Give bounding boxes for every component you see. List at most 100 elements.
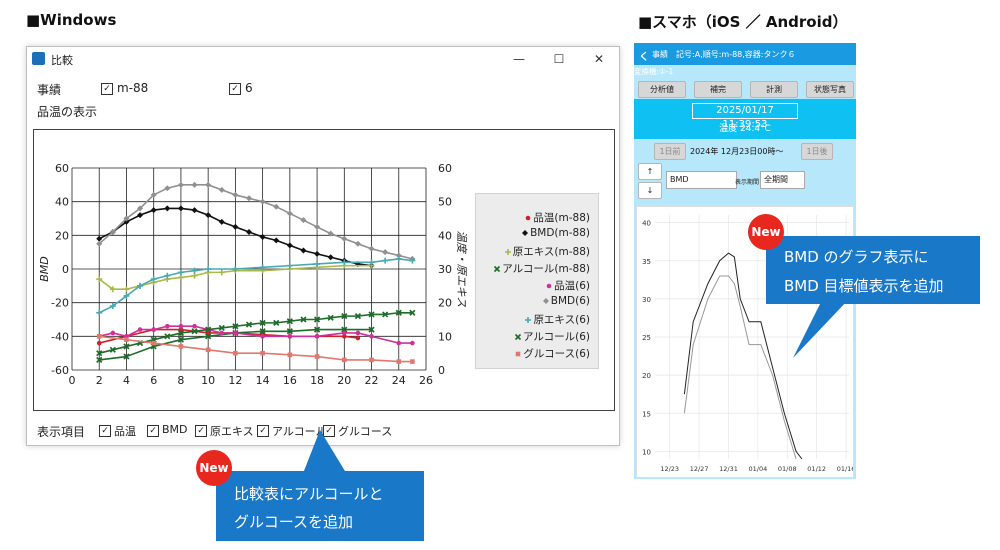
data-point xyxy=(327,230,334,237)
display-item-label: 原エキス xyxy=(210,425,254,438)
title-bar: 比較 — ☐ ✕ xyxy=(27,47,619,71)
legend-item: BMD(m-88) xyxy=(520,227,590,239)
maximize-button[interactable]: ☐ xyxy=(539,50,579,68)
data-point xyxy=(137,327,143,332)
data-point xyxy=(191,181,198,188)
down-button[interactable]: ↓ xyxy=(638,182,662,199)
tab-complement[interactable]: 補完 xyxy=(694,81,742,98)
y-tick-label: 40 xyxy=(642,220,651,228)
data-point xyxy=(354,240,361,247)
data-point xyxy=(286,242,293,249)
legend-label: アルコール(m-88) xyxy=(502,263,590,275)
data-point xyxy=(396,340,402,346)
y-tick-label: -20 xyxy=(51,297,69,310)
check-icon: ✓ xyxy=(229,83,241,95)
check-icon: ✓ xyxy=(257,425,269,437)
data-point xyxy=(165,323,170,329)
series-select[interactable]: BMD xyxy=(666,171,737,189)
data-point xyxy=(382,257,389,264)
comparison-window: 比較 — ☐ ✕ 事績 ✓ m-88 ✓ 6 品温の表示 0 2 4 6 8 10 12 14… xyxy=(26,46,620,446)
y-tick-label: -60 xyxy=(51,364,69,377)
close-button[interactable]: ✕ xyxy=(579,50,619,68)
y2-axis-label: 温度・原エキス xyxy=(455,231,468,308)
y-tick-label: 20 xyxy=(642,372,651,380)
data-point xyxy=(300,217,307,224)
new-badge-phone: New xyxy=(748,214,784,250)
legend-label: アルコール(6) xyxy=(522,331,590,343)
data-point xyxy=(369,357,374,363)
next-day-button[interactable]: 1日後 xyxy=(801,143,833,160)
data-point xyxy=(205,212,212,219)
data-point xyxy=(368,245,375,252)
y-tick-label: 10 xyxy=(642,448,651,456)
data-point xyxy=(232,223,239,230)
legend-item: アルコール(6) xyxy=(513,329,590,344)
x-tick-label: 12/23 xyxy=(660,465,679,473)
display-item-label: BMD xyxy=(162,423,188,436)
data-point xyxy=(151,327,156,332)
x-tick-label: 01/04 xyxy=(749,465,768,473)
data-point xyxy=(327,254,334,261)
legend-item: 品温(m-88) xyxy=(523,210,590,225)
display-items-label: 表示項目 xyxy=(37,425,86,439)
tab-status-photo[interactable]: 状態写真 xyxy=(806,81,854,98)
up-button[interactable]: ↑ xyxy=(638,163,662,180)
datetime-band: 2025/01/17 11:39:53 温度 24.4°C xyxy=(634,99,856,139)
data-point xyxy=(314,260,321,267)
data-point xyxy=(164,185,171,192)
y2-tick-label: 20 xyxy=(438,297,452,310)
check-icon: ✓ xyxy=(99,425,111,437)
legend-label: 品温(m-88) xyxy=(533,212,590,224)
data-point xyxy=(410,359,415,364)
data-point xyxy=(150,207,157,214)
legend-label: BMD(6) xyxy=(550,295,590,307)
data-point xyxy=(205,266,212,272)
data-point xyxy=(233,330,238,336)
period-select[interactable]: 全期間 xyxy=(760,171,805,189)
y-tick-label: 20 xyxy=(55,229,69,242)
prev-day-button[interactable]: 1日前 xyxy=(654,143,686,160)
legend-marker-icon xyxy=(494,265,501,272)
legend-marker xyxy=(514,333,522,340)
legend-marker xyxy=(516,351,521,356)
y-tick-label: 25 xyxy=(642,334,651,342)
phone-callout-pointer xyxy=(793,300,848,358)
date-range-label: 2024年 12月23日00時〜 xyxy=(690,147,784,156)
minimize-button[interactable]: — xyxy=(499,50,539,68)
chart-legend: 品温(m-88) BMD(m-88) 原エキス(m-88) アルコール(m-88) 品温… xyxy=(475,193,599,369)
x-tick-label: 01/12 xyxy=(807,465,826,473)
series-line-6 xyxy=(98,258,413,314)
data-point xyxy=(342,357,347,363)
legend-item: BMD(6) xyxy=(541,295,590,307)
data-point xyxy=(410,340,415,346)
legend-marker xyxy=(522,230,529,236)
y-tick-label: 35 xyxy=(642,258,651,266)
data-point xyxy=(259,198,266,205)
legend-label: グルコース(6) xyxy=(523,348,590,360)
phone-callout: BMD のグラフ表示に BMD 目標値表示を追加 xyxy=(766,236,980,304)
data-point xyxy=(287,352,293,358)
legend-label: 品温(6) xyxy=(554,280,590,292)
legend-marker xyxy=(526,215,531,220)
x-tick-label: 12 xyxy=(228,374,242,387)
data-point xyxy=(368,259,375,266)
data-point xyxy=(177,181,184,188)
check-icon: ✓ xyxy=(101,83,113,95)
y2-tick-label: 50 xyxy=(438,196,452,209)
data-point xyxy=(369,334,374,339)
back-icon[interactable]: く xyxy=(639,48,649,63)
data-point xyxy=(314,354,320,359)
tab-measure[interactable]: 計測 xyxy=(750,81,798,98)
data-point xyxy=(286,262,293,269)
tab-analysis[interactable]: 分析値 xyxy=(638,81,686,98)
temperature-display: 温度 24.4°C xyxy=(719,124,771,134)
y2-tick-label: 30 xyxy=(438,263,452,276)
data-point xyxy=(286,210,293,217)
data-point xyxy=(218,269,225,276)
data-point xyxy=(300,247,307,254)
y-tick-label: 30 xyxy=(642,296,651,304)
record-m88-label: m-88 xyxy=(117,81,149,95)
y2-tick-label: 10 xyxy=(438,330,452,343)
windows-heading: ■Windows xyxy=(26,11,117,29)
data-point xyxy=(246,195,252,202)
